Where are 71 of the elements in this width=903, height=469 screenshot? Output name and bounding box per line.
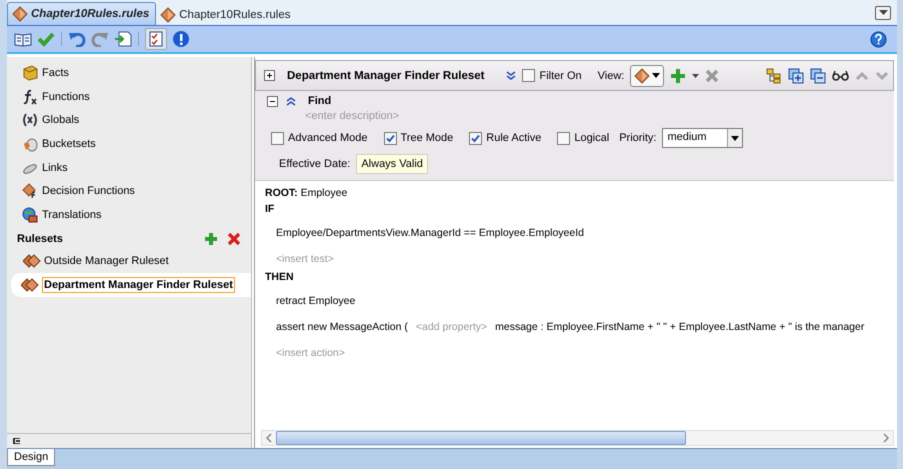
expand-icon[interactable] [264,70,275,81]
sidebar-item[interactable]: Globals [7,108,251,132]
horizontal-scrollbar[interactable] [261,430,894,446]
tree-icon[interactable] [766,68,782,84]
code-text: assert new MessageAction ( [276,321,408,333]
add-icon[interactable] [204,232,218,246]
bucket-icon [22,136,38,152]
checkbox[interactable] [469,132,482,144]
sidebar-item[interactable]: Decision Functions [7,179,251,204]
rule-name: Find [308,95,332,107]
caret-icon [731,136,740,140]
sidebar-item[interactable]: Facts [7,61,251,85]
import-icon[interactable] [114,31,132,47]
checkbox[interactable] [557,132,570,144]
collapse-all-icon[interactable] [810,68,826,84]
code-text: message : Employee.FirstName + " " + Employee.LastName + " is the manager [495,321,864,333]
sidebar-item[interactable]: Translations [7,203,251,227]
variable-icon [22,112,38,128]
effective-date-field[interactable]: Always Valid [356,154,428,174]
checkbox[interactable] [522,69,536,82]
diamond-icon [12,6,28,22]
add-icon[interactable] [670,68,686,84]
dropdown-button[interactable] [875,6,891,20]
info-icon[interactable] [172,30,190,48]
ruleset-icon [21,276,39,293]
keyword: IF [265,203,276,217]
caret-icon [652,73,660,78]
globe-icon [22,206,38,223]
glasses-icon[interactable] [832,70,849,82]
diamond-icon [160,7,176,23]
root-label: ROOT: Employee [265,187,348,201]
checkbox-label: Tree Mode [400,132,454,144]
function-icon [22,88,38,105]
validate-button[interactable] [145,28,167,50]
checkbox-label: Filter On [539,70,582,82]
view-dropdown[interactable] [630,64,664,86]
priority-label: Priority: [619,132,656,144]
design-tab[interactable]: Design [7,449,56,466]
code-text: Employee/DepartmentsView.ManagerId == Employee.EmployeeId [276,227,584,239]
document-tab[interactable]: Chapter10Rules.rules [156,5,296,25]
document-tab[interactable]: Chapter10Rules.rules [7,2,156,25]
code-text: retract Employee [276,295,356,307]
checkbox-label: Advanced Mode [288,132,368,144]
checkbox[interactable] [271,132,284,144]
expand-all-icon[interactable] [788,68,804,84]
chevron-up-icon[interactable] [286,96,296,106]
caret-icon[interactable] [692,74,700,78]
chevron-down-icon[interactable] [506,70,516,80]
diamond-icon [22,183,38,200]
ruleset-item[interactable]: Outside Manager Ruleset [7,248,251,273]
view-label: View: [598,70,624,82]
undo-icon[interactable] [68,31,86,47]
caret-icon [878,10,888,15]
help-icon[interactable] [870,30,887,48]
checkmark-icon[interactable] [37,31,55,47]
sidebar-item[interactable]: Links [7,156,251,180]
diamond-icon [634,68,650,84]
collapse-icon[interactable] [267,96,278,106]
effective-date-label: Effective Date: [279,158,350,170]
sidebar-item[interactable]: Functions [7,84,251,108]
ruleset-item[interactable]: Department Manager Finder Ruleset [11,272,251,297]
sidebar-item[interactable]: Bucketsets [7,132,251,156]
section-title: Rulesets [17,232,63,245]
delete-icon[interactable] [227,232,241,246]
priority-dropdown[interactable]: medium [662,128,744,148]
checkbox-label: Rule Active [486,132,542,144]
checkbox[interactable] [384,132,396,144]
keyword: THEN [265,271,295,285]
checkbox-label: Logical [574,132,610,144]
ruleset-icon [23,252,41,269]
ruleset-title: Department Manager Finder Ruleset [287,70,484,82]
